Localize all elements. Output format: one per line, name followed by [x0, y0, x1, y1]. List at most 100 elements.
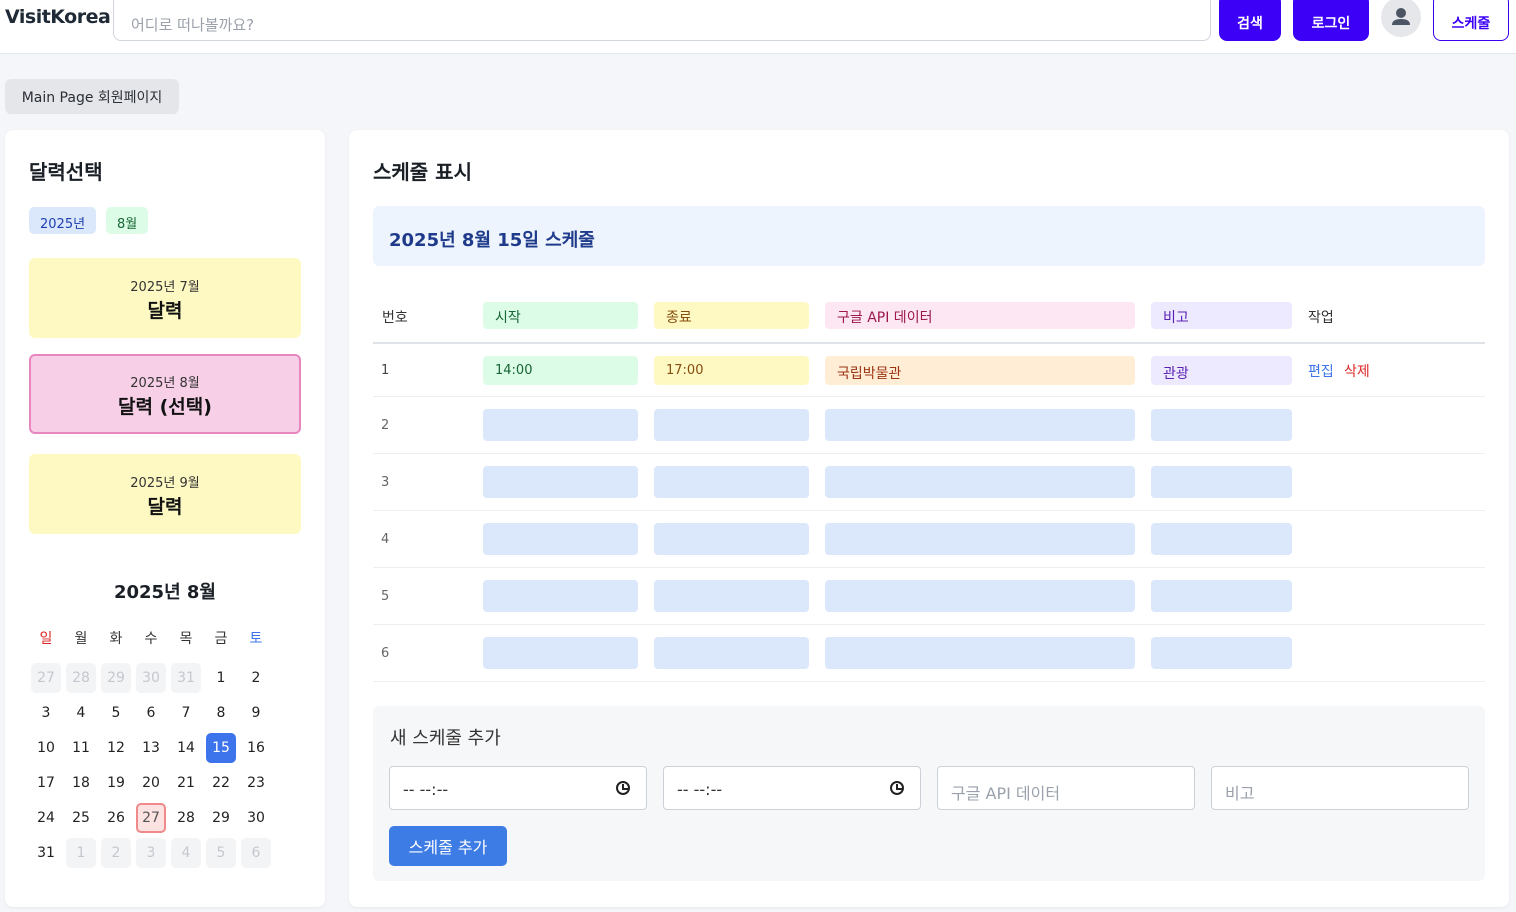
calendar-day[interactable]: 28 [66, 663, 96, 693]
calendar-panel: 달력선택 2025년 8월 2025년 7월 달력 2025년 8월 달력 (선… [5, 130, 325, 907]
row-place-empty[interactable] [825, 523, 1135, 555]
calendar-day[interactable]: 6 [241, 838, 271, 868]
calendar-day[interactable]: 1 [66, 838, 96, 868]
calendar-day[interactable]: 7 [171, 698, 201, 728]
row-start-time-empty[interactable] [483, 523, 638, 555]
month-badge: 8월 [106, 207, 149, 234]
calendar-day[interactable]: 10 [31, 733, 61, 763]
calendar-day[interactable]: 2 [101, 838, 131, 868]
calendar-day[interactable]: 20 [136, 768, 166, 798]
search-input[interactable] [113, 0, 1211, 41]
site-logo[interactable]: VisitKorea [5, 6, 111, 28]
calendar-day[interactable]: 17 [31, 768, 61, 798]
row-number: 3 [381, 475, 390, 490]
calendar-day[interactable]: 11 [66, 733, 96, 763]
end-time-input[interactable]: -- --:-- [663, 766, 921, 810]
calendar-day[interactable]: 27 [31, 663, 61, 693]
month-card-september[interactable]: 2025년 9월 달력 [29, 454, 301, 534]
calendar-day[interactable]: 29 [206, 803, 236, 833]
note-input[interactable]: 비고 [1211, 766, 1469, 810]
calendar-day[interactable]: 18 [66, 768, 96, 798]
calendar-day[interactable]: 8 [206, 698, 236, 728]
main-page-button[interactable]: Main Page 회원페이지 [5, 79, 179, 114]
login-button[interactable]: 로그인 [1293, 0, 1369, 41]
calendar-day[interactable]: 31 [31, 838, 61, 868]
calendar-day[interactable]: 12 [101, 733, 131, 763]
start-time-input[interactable]: -- --:-- [389, 766, 647, 810]
row-place-empty[interactable] [825, 409, 1135, 441]
calendar-day[interactable]: 25 [66, 803, 96, 833]
row-divider [373, 396, 1485, 397]
month-card-date: 2025년 7월 [130, 280, 200, 295]
calendar-day[interactable]: 29 [101, 663, 131, 693]
delete-link[interactable]: 삭제 [1344, 361, 1370, 381]
row-note-empty[interactable] [1151, 523, 1292, 555]
column-header-note: 비고 [1151, 302, 1292, 329]
calendar-day[interactable]: 1 [206, 663, 236, 693]
calendar-panel-title: 달력선택 [29, 160, 103, 184]
place-input[interactable]: 구글 API 데이터 [937, 766, 1195, 810]
row-end-time-empty[interactable] [654, 523, 809, 555]
calendar-day[interactable]: 3 [136, 838, 166, 868]
calendar-month-title: 2025년 8월 [113, 582, 216, 603]
calendar-day[interactable]: 27 [136, 803, 166, 833]
clock-icon[interactable] [890, 781, 904, 795]
row-place-empty[interactable] [825, 466, 1135, 498]
row-end-time-empty[interactable] [654, 637, 809, 669]
row-divider [373, 624, 1485, 625]
table-header-divider [373, 342, 1485, 344]
row-end-time-empty[interactable] [654, 409, 809, 441]
row-place-empty[interactable] [825, 580, 1135, 612]
calendar-day[interactable]: 9 [241, 698, 271, 728]
calendar-day[interactable]: 13 [136, 733, 166, 763]
row-start-time-empty[interactable] [483, 637, 638, 669]
calendar-day[interactable]: 5 [206, 838, 236, 868]
calendar-day[interactable]: 5 [101, 698, 131, 728]
row-note[interactable]: 관광 [1151, 356, 1292, 385]
row-note-empty[interactable] [1151, 409, 1292, 441]
row-end-time-empty[interactable] [654, 580, 809, 612]
row-start-time-empty[interactable] [483, 466, 638, 498]
add-schedule-button[interactable]: 스케줄 추가 [389, 826, 507, 866]
calendar-day[interactable]: 24 [31, 803, 61, 833]
month-card-july[interactable]: 2025년 7월 달력 [29, 258, 301, 338]
calendar-day[interactable]: 15 [206, 733, 236, 763]
calendar-day[interactable]: 30 [136, 663, 166, 693]
calendar-day[interactable]: 31 [171, 663, 201, 693]
schedule-button[interactable]: 스케줄 [1433, 0, 1509, 41]
row-start-time[interactable]: 14:00 [483, 356, 638, 385]
search-button[interactable]: 검색 [1219, 0, 1281, 41]
schedule-panel: 스케줄 표시 2025년 8월 15일 스케줄 번호 시작 종료 구글 API … [349, 130, 1509, 907]
clock-icon[interactable] [616, 781, 630, 795]
row-note-empty[interactable] [1151, 466, 1292, 498]
calendar-day[interactable]: 19 [101, 768, 131, 798]
calendar-day[interactable]: 30 [241, 803, 271, 833]
row-place-empty[interactable] [825, 637, 1135, 669]
column-header-place: 구글 API 데이터 [825, 302, 1135, 329]
row-end-time-empty[interactable] [654, 466, 809, 498]
row-number: 5 [381, 589, 390, 604]
calendar-day[interactable]: 6 [136, 698, 166, 728]
calendar-day[interactable]: 2 [241, 663, 271, 693]
user-avatar[interactable] [1381, 0, 1421, 37]
calendar-day[interactable]: 28 [171, 803, 201, 833]
calendar-day[interactable]: 21 [171, 768, 201, 798]
month-card-august[interactable]: 2025년 8월 달력 (선택) [29, 354, 301, 434]
calendar-day[interactable]: 4 [66, 698, 96, 728]
calendar-day[interactable]: 3 [31, 698, 61, 728]
calendar-day[interactable]: 14 [171, 733, 201, 763]
calendar-day[interactable]: 16 [241, 733, 271, 763]
row-note-empty[interactable] [1151, 580, 1292, 612]
row-start-time-empty[interactable] [483, 409, 638, 441]
row-start-time-empty[interactable] [483, 580, 638, 612]
calendar-day[interactable]: 4 [171, 838, 201, 868]
row-divider [373, 681, 1485, 682]
row-note-empty[interactable] [1151, 637, 1292, 669]
add-schedule-form: 새 스케줄 추가 -- --:-- -- --:-- 구글 API 데이터 비고… [373, 706, 1485, 881]
row-place[interactable]: 국립박물관 [825, 356, 1135, 385]
calendar-day[interactable]: 22 [206, 768, 236, 798]
calendar-day[interactable]: 23 [241, 768, 271, 798]
edit-link[interactable]: 편집 [1308, 361, 1334, 381]
row-end-time[interactable]: 17:00 [654, 356, 809, 385]
calendar-day[interactable]: 26 [101, 803, 131, 833]
